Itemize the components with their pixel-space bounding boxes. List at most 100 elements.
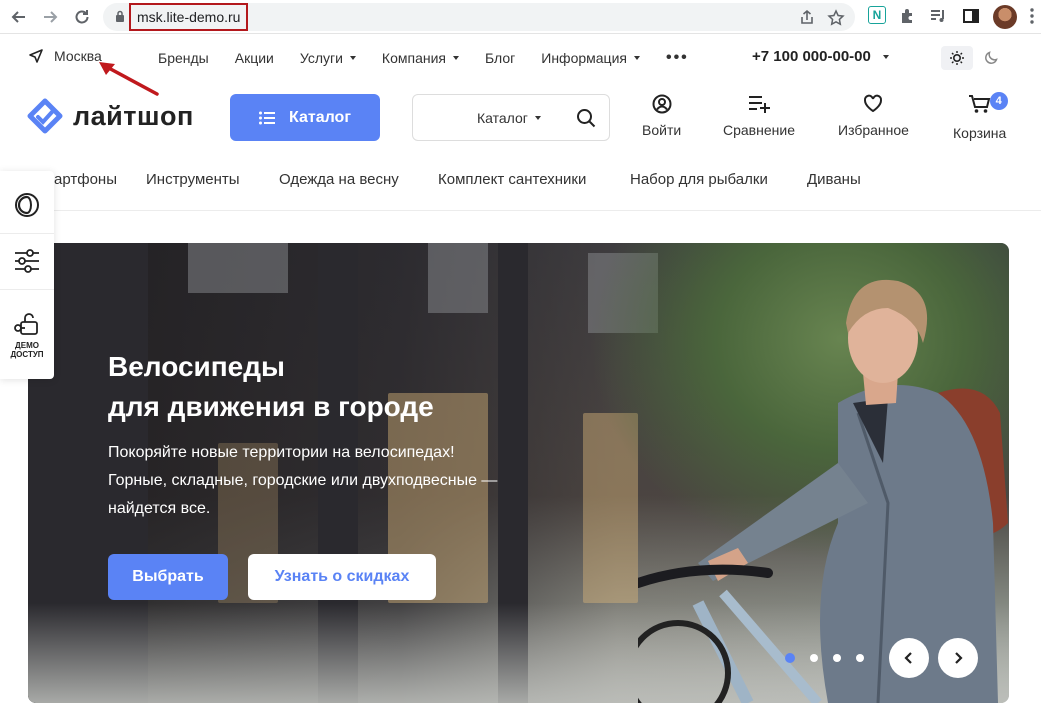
slider-dot[interactable]: [833, 654, 841, 662]
site-header: лайтшоп Каталог Каталог Войти Сравнение …: [0, 90, 1041, 150]
nav-blog[interactable]: Блог: [485, 50, 515, 66]
theme-switch-button[interactable]: [0, 177, 54, 233]
top-nav: Бренды Акции Услуги Компания Блог Информ…: [158, 49, 715, 67]
share-icon[interactable]: [798, 9, 816, 27]
slider-dot[interactable]: [856, 654, 864, 662]
favorites-label: Избранное: [838, 122, 909, 138]
category-item[interactable]: Диваны: [807, 171, 861, 188]
nav-label: Блог: [485, 50, 516, 66]
side-separator: [0, 289, 54, 290]
category-item[interactable]: Комплект сантехники: [438, 171, 586, 188]
media-icon[interactable]: [928, 6, 948, 26]
reload-button[interactable]: [70, 5, 94, 29]
nav-promos[interactable]: Акции: [235, 50, 274, 66]
search-icon[interactable]: [576, 108, 596, 128]
address-bar[interactable]: msk.lite-demo.ru: [103, 3, 855, 31]
search-category-label: Каталог: [477, 110, 528, 126]
nav-company[interactable]: Компания: [382, 50, 459, 66]
search-category-select[interactable]: Каталог: [477, 110, 541, 126]
category-item[interactable]: артфоны: [54, 171, 117, 188]
caret-down-icon: [349, 56, 356, 60]
demo-label-line: ДЕМО: [15, 341, 39, 350]
list-icon: [259, 111, 275, 124]
phone-number: +7 100 000-00-00: [752, 48, 871, 65]
city-selector[interactable]: Москва: [28, 48, 102, 64]
site-logo[interactable]: лайтшоп: [27, 98, 194, 134]
cart-count-badge: 4: [989, 92, 1008, 110]
banner-subtitle-line: Горные, складные, городские или двухподв…: [108, 472, 498, 489]
nav-label: Акции: [234, 50, 274, 66]
extension-n-icon[interactable]: N: [868, 6, 886, 24]
sidepanel-icon[interactable]: [961, 6, 981, 26]
heart-icon: [864, 94, 883, 113]
light-theme-button[interactable]: [941, 46, 973, 70]
puzzle-icon[interactable]: [898, 6, 918, 26]
back-button[interactable]: [7, 5, 31, 29]
category-nav: артфоны Инструменты Одежда на весну Комп…: [0, 168, 1041, 192]
login-label: Войти: [642, 122, 682, 138]
side-panel: ДЕМО ДОСТУП: [0, 171, 54, 379]
profile-avatar[interactable]: [993, 5, 1017, 29]
compare-button[interactable]: Сравнение: [723, 94, 795, 138]
login-button[interactable]: Войти: [642, 94, 681, 138]
category-item[interactable]: Инструменты: [146, 171, 240, 188]
window-shape: [188, 243, 288, 293]
logo-text: лайтшоп: [73, 100, 194, 131]
slider-pagination: [785, 653, 864, 663]
nav-services[interactable]: Услуги: [300, 50, 356, 66]
nav-label: Информация: [541, 50, 627, 66]
demo-label-line: ДОСТУП: [10, 350, 44, 359]
sliders-icon: [15, 249, 39, 273]
nav-label: Услуги: [299, 50, 343, 66]
logo-mark-icon: [27, 98, 63, 134]
choose-button[interactable]: Выбрать: [108, 554, 228, 600]
cart-icon: [968, 95, 990, 113]
phone-selector[interactable]: +7 100 000-00-00: [752, 48, 889, 65]
url-text[interactable]: msk.lite-demo.ru: [129, 3, 249, 31]
banner-title-line: Велосипеды: [108, 351, 285, 382]
caret-down-icon: [633, 56, 640, 60]
nav-label: Бренды: [158, 50, 209, 66]
slider-prev-button[interactable]: [889, 638, 929, 678]
dark-theme-button[interactable]: [984, 49, 1000, 70]
search-box[interactable]: Каталог: [412, 94, 610, 141]
category-item[interactable]: Одежда на весну: [279, 171, 399, 188]
category-item[interactable]: Набор для рыбалки: [630, 171, 768, 188]
menu-kebab-icon[interactable]: [1022, 6, 1041, 26]
nav-brands[interactable]: Бренды: [158, 50, 209, 66]
slider-dot-active[interactable]: [785, 653, 795, 663]
chevron-left-icon: [904, 652, 912, 664]
user-icon: [652, 94, 672, 114]
caret-down-icon: [453, 56, 459, 60]
nav-more-button[interactable]: •••: [666, 49, 689, 67]
location-arrow-icon: [29, 49, 43, 63]
banner-title: Велосипеды для движения в городе: [108, 347, 528, 427]
nav-label: Компания: [381, 50, 446, 66]
annotation-arrow: [99, 62, 159, 96]
forward-button[interactable]: [38, 5, 62, 29]
reload-icon: [75, 10, 89, 24]
cart-label: Корзина: [953, 125, 1007, 141]
arrow-right-icon: [44, 11, 58, 23]
settings-button[interactable]: [0, 233, 54, 289]
cart-button[interactable]: 4 Корзина: [953, 92, 1008, 141]
star-icon[interactable]: [827, 9, 845, 27]
caret-down-icon: [882, 54, 889, 59]
contrast-icon: [15, 193, 39, 217]
discounts-button[interactable]: Узнать о скидках: [248, 554, 436, 600]
banner-subtitle: Покоряйте новые территории на велосипеда…: [108, 439, 548, 523]
banner-title-line: для движения в городе: [108, 391, 434, 422]
unlock-icon: [14, 313, 38, 335]
sun-icon: [950, 51, 964, 65]
slider-dot[interactable]: [810, 654, 818, 662]
demo-access-button[interactable]: ДЕМО ДОСТУП: [0, 295, 54, 375]
header-divider: [0, 210, 1041, 211]
banner-subtitle-line: Покоряйте новые территории на велосипеда…: [108, 444, 455, 461]
catalog-button-label: Каталог: [289, 108, 351, 126]
favorites-button[interactable]: Избранное: [838, 94, 909, 138]
cart-icon-wrap: 4: [968, 92, 1008, 117]
hero-banner: Велосипеды для движения в городе Покоряй…: [28, 243, 1009, 703]
catalog-button[interactable]: Каталог: [230, 94, 380, 141]
slider-next-button[interactable]: [938, 638, 978, 678]
nav-info[interactable]: Информация: [541, 50, 640, 66]
